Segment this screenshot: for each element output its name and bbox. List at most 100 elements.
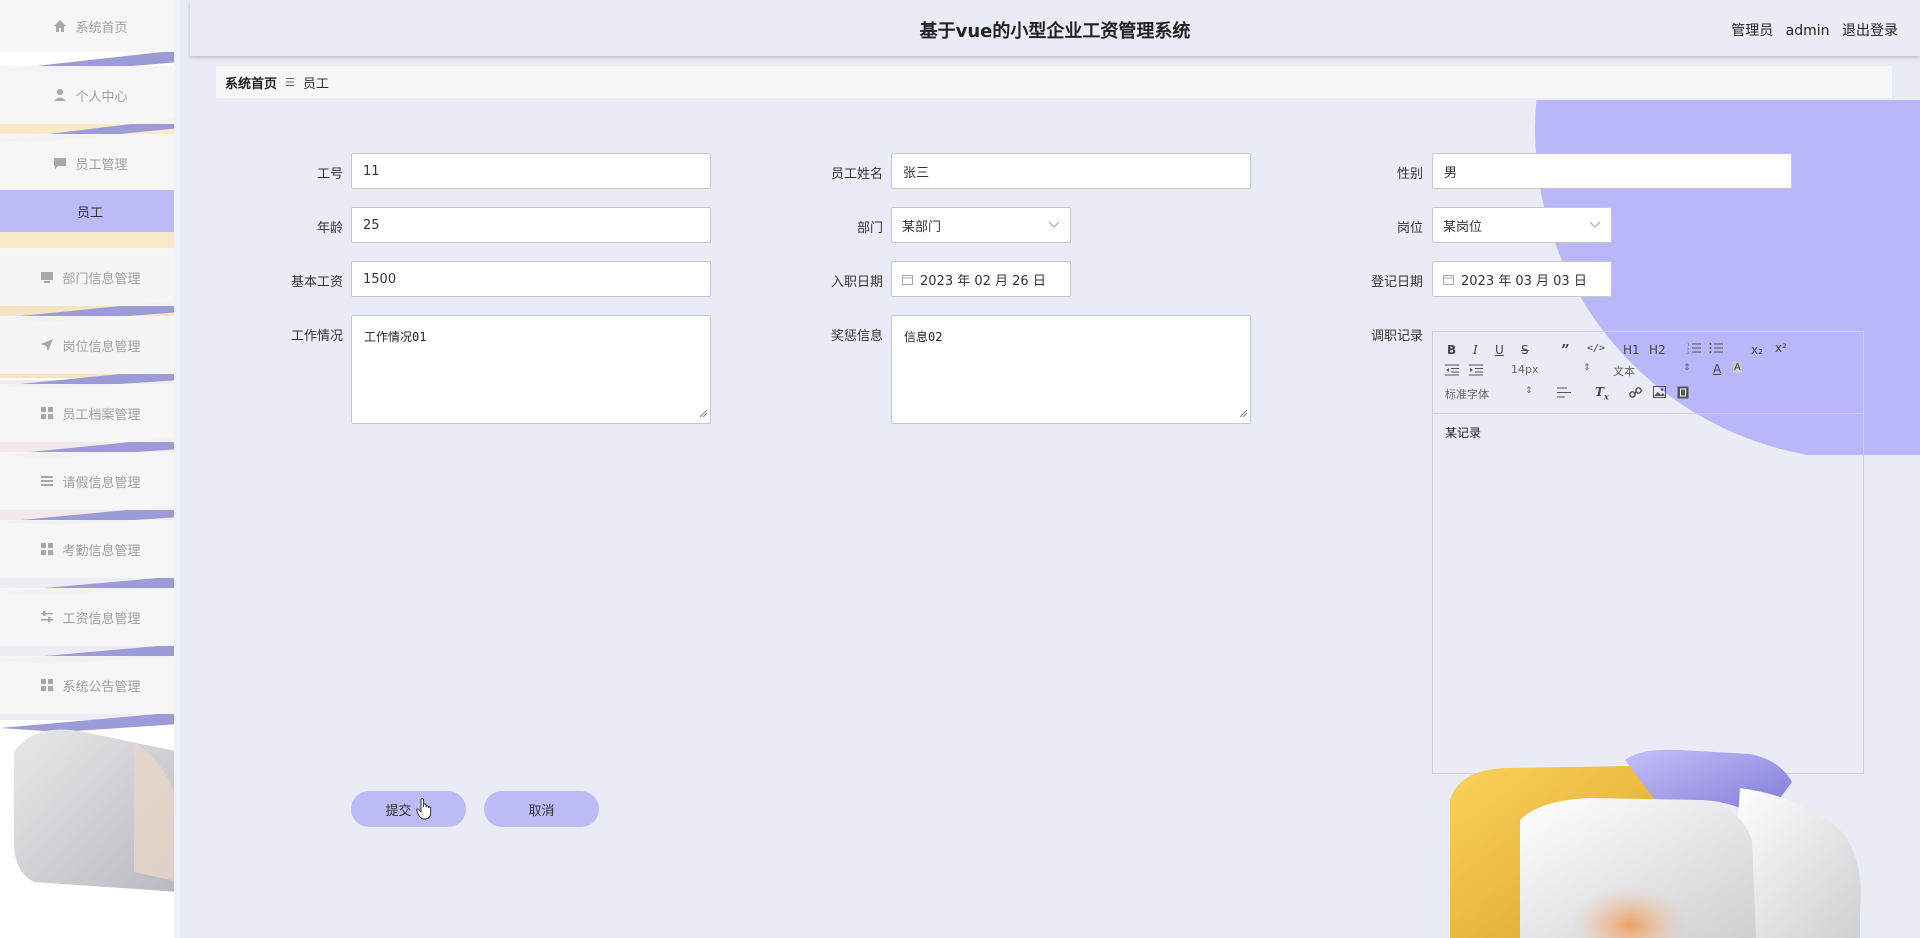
employee-id-input[interactable]: 11 [351,153,711,189]
sidebar-item-label: 员工管理 [75,157,128,173]
strikethrough-icon[interactable]: S [1521,343,1529,357]
text-type-select[interactable]: 文本 [1613,363,1635,379]
sidebar-item-home[interactable]: 系统首页 [0,0,174,52]
calendar-icon [1443,274,1454,285]
register-date-label: 登记日期 [1370,275,1423,290]
font-family-select[interactable]: 标准字体 [1445,386,1489,402]
base-salary-label: 基本工资 [290,275,343,290]
editor-content[interactable]: 某记录 [1433,414,1863,451]
video-icon[interactable] [1677,386,1689,402]
hire-date-label: 入职日期 [830,275,883,290]
svg-text:3: 3 [1687,350,1690,354]
font-color-icon[interactable]: A [1713,362,1721,376]
clear-format-icon[interactable]: Tx [1595,385,1609,401]
sidebar-item-label: 部门信息管理 [62,271,141,287]
age-label: 年龄 [316,221,343,236]
ordered-list-icon[interactable]: 123 [1687,342,1701,357]
user-area: 管理员 admin 退出登录 [1723,20,1898,40]
gender-label: 性别 [1396,167,1423,182]
chat-icon [52,155,68,171]
heading2-icon[interactable]: H2 [1649,343,1666,357]
breadcrumb-home-link[interactable]: 系统首页 [225,73,277,92]
sidebar-item-label: 员工档案管理 [62,407,141,423]
work-status-value: 工作情况01 [364,330,427,344]
sidebar-item-position[interactable]: 岗位信息管理 [0,316,174,374]
sidebar-item-leave[interactable]: 请假信息管理 [0,452,174,510]
user-icon [52,87,68,103]
sidebar-subitem-label: 员工 [76,205,103,221]
age-input[interactable]: 25 [351,207,711,243]
sidebar-item-label: 请假信息管理 [62,475,141,491]
background-color-icon[interactable]: A [1733,362,1742,373]
send-icon [39,337,55,353]
user-role: 管理员 [1731,23,1774,39]
breadcrumb-separator-icon: ☰ [285,75,295,89]
grid-icon [39,541,55,557]
subscript-icon[interactable]: x₂ [1751,343,1763,357]
bullet-list-icon[interactable] [1709,342,1723,357]
department-select[interactable]: 某部门 [891,207,1071,243]
align-icon[interactable] [1557,387,1571,401]
position-select[interactable]: 某岗位 [1432,207,1612,243]
sidebar: 系统首页 个人中心 员工管理 员工 部门信息管理 岗位信息管理 员工档案管理 请… [0,0,180,938]
chevron-down-icon [1048,218,1060,233]
sidebar-item-profile[interactable]: 个人中心 [0,66,174,124]
breadcrumb: 系统首页 ☰ 员工 [216,66,1892,98]
top-header: 基于vue的小型企业工资管理系统 管理员 admin 退出登录 [190,0,1920,56]
gender-input[interactable]: 男 [1432,153,1792,189]
sidebar-item-label: 系统公告管理 [62,679,141,695]
home-icon [52,18,68,34]
sidebar-item-salary[interactable]: 工资信息管理 [0,588,174,646]
submit-button[interactable]: 提交 [351,791,466,827]
heading1-icon[interactable]: H1 [1623,343,1640,357]
hand-cursor-icon [415,798,432,820]
register-date-value: 2023 年 03 月 03 日 [1461,273,1587,289]
outdent-icon[interactable] [1445,364,1459,379]
hire-date-picker[interactable]: 2023 年 02 月 26 日 [891,261,1071,297]
rewards-textarea[interactable]: 信息02 [891,315,1251,424]
department-value: 某部门 [902,219,942,235]
rewards-value: 信息02 [904,330,943,344]
indent-icon[interactable] [1469,364,1483,379]
department-label: 部门 [856,221,883,236]
list-icon [39,473,55,489]
employee-id-label: 工号 [316,167,343,182]
calendar-icon [902,274,913,285]
employee-name-input[interactable]: 张三 [891,153,1251,189]
blockquote-icon[interactable]: ” [1561,341,1570,359]
sidebar-item-attendance[interactable]: 考勤信息管理 [0,520,174,578]
position-value: 某岗位 [1443,219,1483,235]
transfer-record-editor: B I U S ” </> H1 H2 123 x₂ x² 14px ⇕ 文本 … [1432,331,1864,774]
page-title: 基于vue的小型企业工资管理系统 [919,21,1191,42]
resize-handle-icon[interactable] [699,407,708,421]
code-icon[interactable]: </> [1587,343,1605,354]
sidebar-decor-shape [14,729,174,892]
bold-icon[interactable]: B [1447,343,1456,357]
sidebar-item-label: 系统首页 [75,20,128,36]
sidebar-item-notice[interactable]: 系统公告管理 [0,656,174,714]
cancel-button[interactable]: 取消 [484,791,599,827]
font-size-select[interactable]: 14px [1511,363,1539,376]
italic-icon[interactable]: I [1473,343,1478,357]
editor-toolbar: B I U S ” </> H1 H2 123 x₂ x² 14px ⇕ 文本 … [1433,332,1863,414]
sidebar-item-department[interactable]: 部门信息管理 [0,248,174,306]
position-label: 岗位 [1396,221,1423,236]
logout-button[interactable]: 退出登录 [1842,23,1898,39]
sidebar-item-label: 岗位信息管理 [62,339,141,355]
resize-handle-icon[interactable] [1239,407,1248,421]
employee-name-label: 员工姓名 [830,167,883,182]
underline-icon[interactable]: U [1495,343,1504,357]
base-salary-input[interactable]: 1500 [351,261,711,297]
chevron-down-icon [1589,218,1601,233]
superscript-icon[interactable]: x² [1775,341,1787,355]
cancel-label: 取消 [528,802,555,818]
register-date-picker[interactable]: 2023 年 03 月 03 日 [1432,261,1612,297]
sidebar-subitem-employee[interactable]: 员工 [0,190,174,232]
sidebar-item-archive[interactable]: 员工档案管理 [0,384,174,442]
image-icon[interactable] [1653,386,1666,401]
transfer-record-value: 某记录 [1445,426,1482,440]
work-status-textarea[interactable]: 工作情况01 [351,315,711,424]
link-icon[interactable] [1629,386,1642,402]
sidebar-item-employee-mgmt[interactable]: 员工管理 [0,134,174,192]
grid-icon [39,405,55,421]
